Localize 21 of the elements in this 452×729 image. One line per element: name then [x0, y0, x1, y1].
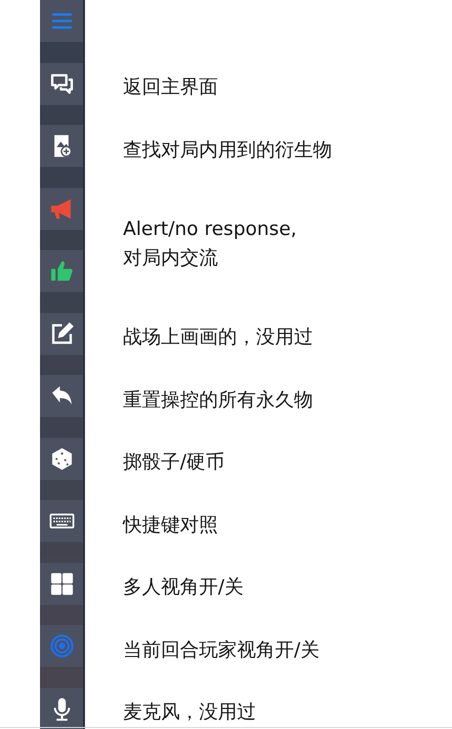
annotation-text: 快捷键对照	[123, 512, 218, 538]
annotation-text: 掷骰子/硬币	[123, 450, 224, 475]
annotation-text: 多人视角开/关	[123, 575, 244, 600]
sidebar-button[interactable]	[40, 500, 83, 542]
sidebar-button[interactable]	[40, 250, 83, 292]
sidebar-button[interactable]	[40, 688, 83, 729]
grid-icon	[48, 570, 74, 596]
sidebar-button[interactable]	[40, 125, 83, 167]
annotation-text: 查找对局内用到的衍生物	[123, 138, 332, 162]
sidebar-button[interactable]	[40, 375, 83, 417]
sidebar-button[interactable]	[40, 438, 83, 480]
annotation-text: 战场上画画的，没用过	[123, 325, 313, 350]
annotation-text: Alert/no response, 对局内交流	[123, 216, 297, 271]
annotation-text: 麦克风，没用过	[123, 700, 256, 725]
annotation-text: 返回主界面	[123, 75, 218, 100]
sidebar-button[interactable]	[40, 62, 83, 104]
annotation-text: 重置操控的所有永久物	[123, 388, 313, 412]
sidebar-button[interactable]	[40, 562, 83, 604]
target-icon	[48, 633, 74, 659]
sidebar-button[interactable]	[40, 312, 83, 354]
annotation-text: 当前回合玩家视角开/关	[123, 638, 320, 662]
